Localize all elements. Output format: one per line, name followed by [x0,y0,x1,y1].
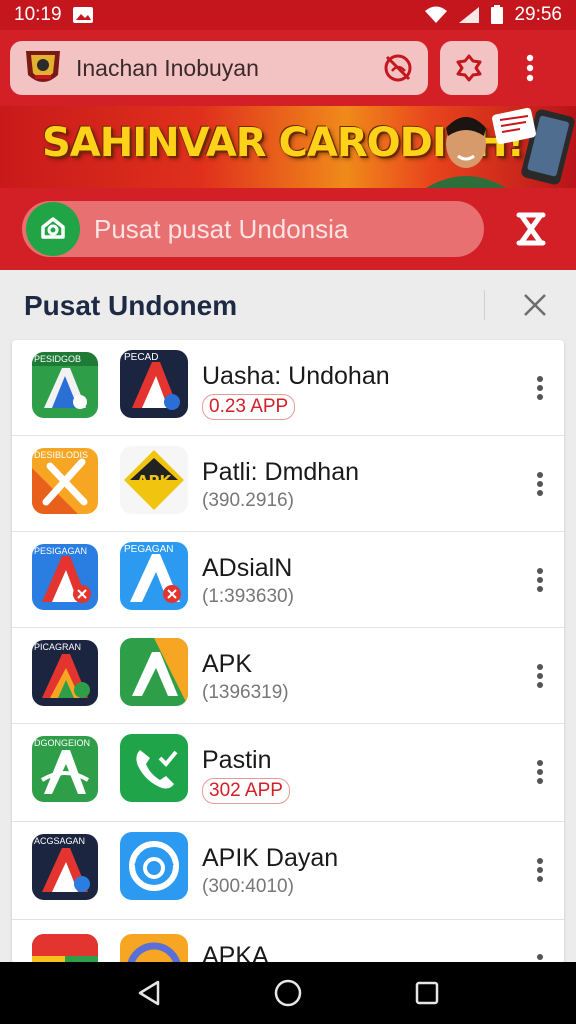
wifi-icon [424,6,448,24]
status-time: 10:19 [14,4,62,25]
search-input[interactable]: Pusat pusat Undonsia [22,201,484,257]
a-logo-navy-icon: ACGSAGAN [32,834,98,900]
list-item[interactable]: DGONGEION Pastin 302 APP [12,724,564,822]
search-icon [41,217,65,239]
header-divider [484,290,485,320]
promo-banner[interactable]: SAHINVAR CARODICH! [0,106,576,188]
a-logo-dark-red-icon: PECAD [120,350,188,418]
clear-search-button[interactable] [508,206,554,252]
a-logo-green-orange-icon [120,638,188,706]
a-logo-green-blue-icon: PESIDGOB [32,352,98,418]
recents-button[interactable] [407,973,447,1013]
small-icon-label: DESIBLODIS [34,450,89,460]
search-query-text: Pusat pusat Undonsia [94,213,349,244]
recents-square-icon [415,981,438,1005]
item-title: APK [202,650,253,678]
small-icon-label: PESIDGOB [34,354,82,364]
system-navigation-bar [0,962,576,1024]
item-more-button[interactable] [530,560,550,600]
status-clock: 29:56 [514,4,562,25]
item-more-button[interactable] [530,850,550,890]
item-subtitle: (1396319) [202,682,289,703]
a-logo-green-icon: DGONGEION [32,736,98,802]
site-emblem-icon [20,45,66,91]
more-vertical-icon [537,472,543,496]
list-item[interactable]: PESIDGOB PECAD Uasha: Undohan 0.23 APP [12,340,564,436]
item-subtitle: (300:4010) [202,876,294,897]
small-icon-label: ACGSAGAN [34,836,86,846]
item-title: APIK Dayan [202,844,339,872]
a-logo-blue-white-icon: PEGAGAN [120,542,188,610]
list-item[interactable]: PICAGRAN APK (1396319) [12,628,564,724]
list-item[interactable]: APKA [12,920,564,964]
large-icon-label: PEGAGAN [124,544,174,555]
search-button[interactable] [26,202,80,256]
panel-close-button[interactable] [520,290,550,320]
close-icon [524,294,546,316]
item-subtitle: (1:393630) [202,586,294,607]
person-with-phone-illustration [426,107,575,188]
a-logo-dark-color-icon: PICAGRAN [32,640,98,706]
more-vertical-icon [526,54,534,82]
item-title: Uasha: Undohan [202,362,390,390]
a-logo-blue-red-icon: PESIGAGAN [32,544,98,610]
item-title: ADsialN [202,554,293,582]
large-icon-label: PECAD [124,352,159,363]
phone-check-green-icon [120,734,188,802]
small-icon-label: DGONGEION [34,738,91,748]
address-bar[interactable]: Inachan Inobuyan [10,41,428,95]
battery-icon [490,5,504,25]
hourglass-close-icon [516,212,546,246]
more-vertical-icon [537,760,543,784]
ring-blue-icon [120,832,188,900]
item-more-button[interactable] [530,752,550,792]
item-subtitle: 302 APP [202,778,290,804]
list-item[interactable]: PESIGAGAN PEGAGAN ADsialN (1:393630) [12,532,564,628]
more-vertical-icon [537,664,543,688]
item-more-button[interactable] [530,464,550,504]
more-vertical-icon [537,858,543,882]
home-button[interactable] [268,973,308,1013]
small-icon-label: PESIGAGAN [34,546,88,556]
more-vertical-icon [537,568,543,592]
panel-header: Pusat Undonem [0,270,576,342]
no-tracking-icon [384,54,412,82]
item-title: Patli: Dmdhan [202,458,360,486]
item-title: Pastin [202,746,272,774]
x-logo-orange-icon: DESIBLODIS [32,448,98,514]
item-title: APKA [202,942,269,964]
item-more-button[interactable] [530,368,550,408]
browser-menu-button[interactable] [510,41,550,95]
list-item[interactable]: ACGSAGAN APIK Dayan (300:4010) [12,822,564,920]
status-bar: 10:19 29:56 [0,0,576,30]
search-section: Pusat pusat Undonsia [0,188,576,270]
back-triangle-icon [139,980,160,1006]
puzzle-icon [456,54,482,82]
more-vertical-icon [537,376,543,400]
back-button[interactable] [129,973,169,1013]
signal-icon [458,6,480,24]
panel-title: Pusat Undonem [24,290,238,321]
small-icon-label: PICAGRAN [34,642,82,652]
item-subtitle: (390.2916) [202,490,294,511]
item-more-button[interactable] [530,656,550,696]
item-subtitle: 0.23 APP [202,394,296,420]
apk-logo-yellow-icon: APK [120,446,188,514]
large-icon-label: APK [137,472,173,490]
address-action-button[interactable] [378,48,418,88]
multicolor-app-icon [32,934,98,964]
list-item[interactable]: DESIBLODIS APK Patli: Dmdhan (390.2916) [12,436,564,532]
ring-orange-icon [120,934,188,964]
address-text: Inachan Inobuyan [76,54,259,81]
home-circle-icon [274,979,302,1007]
browser-toolbar: Inachan Inobuyan [0,30,576,106]
image-notification-icon [72,6,94,24]
extension-button[interactable] [440,41,498,95]
app-list: PESIDGOB PECAD Uasha: Undohan 0.23 APP D… [12,340,564,964]
